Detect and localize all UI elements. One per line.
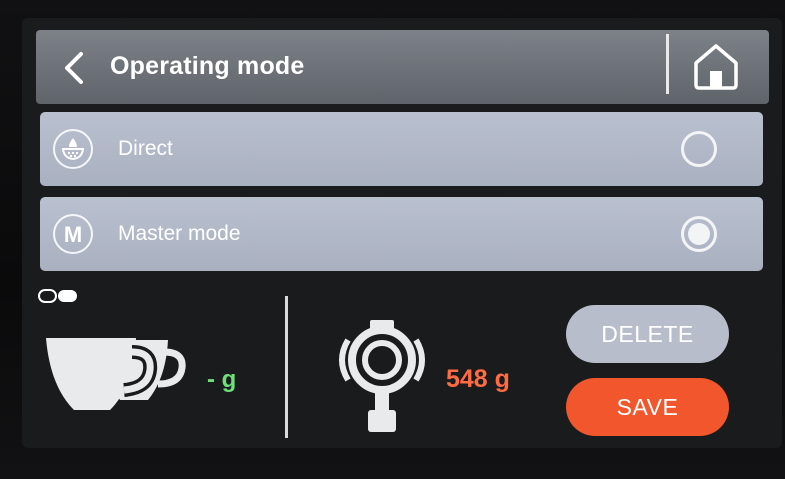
option-direct[interactable]: Direct [40, 112, 763, 186]
portafilter-icon[interactable] [330, 318, 435, 436]
option-master-mode[interactable]: M Master mode [40, 197, 763, 271]
portafilter-weight-value: 548 g [446, 365, 510, 393]
chevron-left-icon [65, 52, 83, 84]
delete-button[interactable]: DELETE [566, 305, 729, 363]
header-divider [666, 34, 669, 94]
radio-master-mode[interactable] [681, 216, 717, 252]
radio-direct[interactable] [681, 131, 717, 167]
bottom-divider [285, 296, 288, 438]
svg-text:M: M [64, 222, 82, 247]
save-button[interactable]: SAVE [566, 378, 729, 436]
toggle-icon[interactable] [38, 289, 78, 303]
direct-brew-icon [53, 129, 93, 169]
back-button[interactable] [56, 48, 92, 88]
master-mode-icon: M [53, 214, 93, 254]
double-cup-icon[interactable] [44, 334, 186, 414]
option-label-direct: Direct [118, 137, 173, 160]
home-icon [694, 44, 738, 90]
page-title: Operating mode [110, 52, 305, 80]
home-button[interactable] [688, 40, 744, 92]
option-label-master-mode: Master mode [118, 222, 241, 245]
cup-weight-value: - g [207, 366, 237, 393]
